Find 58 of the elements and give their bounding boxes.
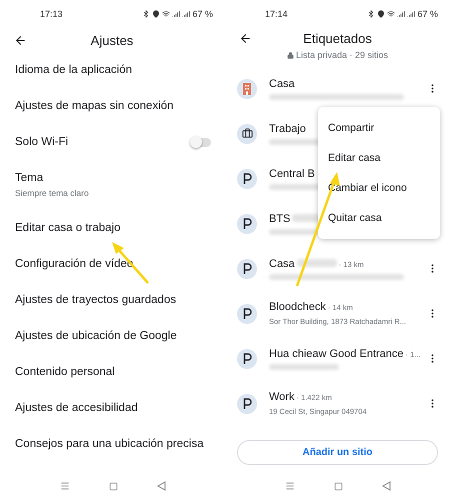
place-name[interactable]: Bloodcheck	[269, 301, 326, 313]
screen-title: Ajustes	[90, 32, 134, 48]
parking-icon	[242, 173, 252, 184]
menu-item[interactable]: Quitar casa	[318, 203, 440, 233]
menu-icon[interactable]	[60, 481, 70, 491]
menu-icon[interactable]	[284, 481, 294, 491]
settings-item[interactable]: Ajustes de ubicación de Google	[15, 330, 211, 342]
place-name[interactable]: Casa	[269, 78, 295, 90]
location-icon	[377, 10, 386, 18]
settings-item[interactable]: Editar casa o trabajo	[15, 222, 211, 234]
wifi-icon	[162, 10, 170, 18]
place-name[interactable]: Hua chieaw Good Entrance	[269, 348, 404, 360]
place-name[interactable]: BTS	[269, 212, 290, 224]
menu-item[interactable]: Compartir	[318, 113, 440, 143]
status-time: 17:14	[265, 9, 288, 19]
bluetooth-icon	[142, 10, 150, 18]
parking-icon	[242, 398, 252, 409]
home-icon[interactable]	[334, 482, 342, 490]
settings-item-subtitle: Siempre tema claro	[15, 188, 90, 198]
back-arrow-icon[interactable]	[239, 32, 252, 45]
settings-item[interactable]: Ajustes de trayectos guardados	[15, 294, 211, 306]
settings-item[interactable]: Tema	[15, 172, 211, 184]
menu-item[interactable]: Editar casa	[318, 143, 440, 173]
list-subtitle: Lista privada · 29 sitios	[296, 50, 388, 60]
screen-title: Etiquetados	[303, 31, 372, 46]
briefcase-icon	[242, 128, 252, 139]
signal-icon	[407, 10, 416, 18]
signal-icon	[182, 10, 190, 18]
battery-percentage: 67 %	[417, 9, 438, 19]
parking-icon	[242, 308, 252, 319]
settings-item[interactable]: Ajustes de accesibilidad	[15, 402, 211, 414]
back-arrow-icon[interactable]	[14, 34, 27, 46]
battery-percentage: 67 %	[192, 9, 213, 19]
settings-item[interactable]: Solo Wi-Fi	[15, 136, 191, 148]
parking-icon	[242, 218, 252, 229]
place-name[interactable]: Casa	[269, 258, 295, 270]
add-place-button[interactable]: Añadir un sitio	[237, 440, 438, 465]
parking-icon	[242, 263, 252, 274]
location-icon	[152, 10, 160, 18]
place-name[interactable]: Trabajo	[269, 122, 306, 134]
back-icon[interactable]	[156, 481, 166, 491]
settings-item[interactable]: Consejos para una ubicación precisa	[15, 438, 211, 450]
settings-item[interactable]: Ajustes de mapas sin conexión	[15, 100, 211, 112]
lock-icon	[286, 52, 294, 58]
building-icon	[243, 82, 251, 94]
signal-icon	[397, 10, 406, 18]
toggle-switch[interactable]	[191, 138, 211, 146]
status-time: 17:13	[40, 9, 63, 19]
back-icon[interactable]	[382, 481, 390, 491]
place-name[interactable]: Work	[269, 391, 294, 403]
parking-icon	[242, 353, 252, 364]
settings-item[interactable]: Idioma de la aplicación	[15, 64, 211, 76]
home-icon[interactable]	[108, 482, 118, 490]
settings-item[interactable]: Contenido personal	[15, 366, 211, 378]
bluetooth-icon	[367, 10, 376, 18]
signal-icon	[172, 10, 180, 18]
wifi-icon	[387, 10, 396, 18]
place-name[interactable]: Central B	[269, 168, 315, 180]
